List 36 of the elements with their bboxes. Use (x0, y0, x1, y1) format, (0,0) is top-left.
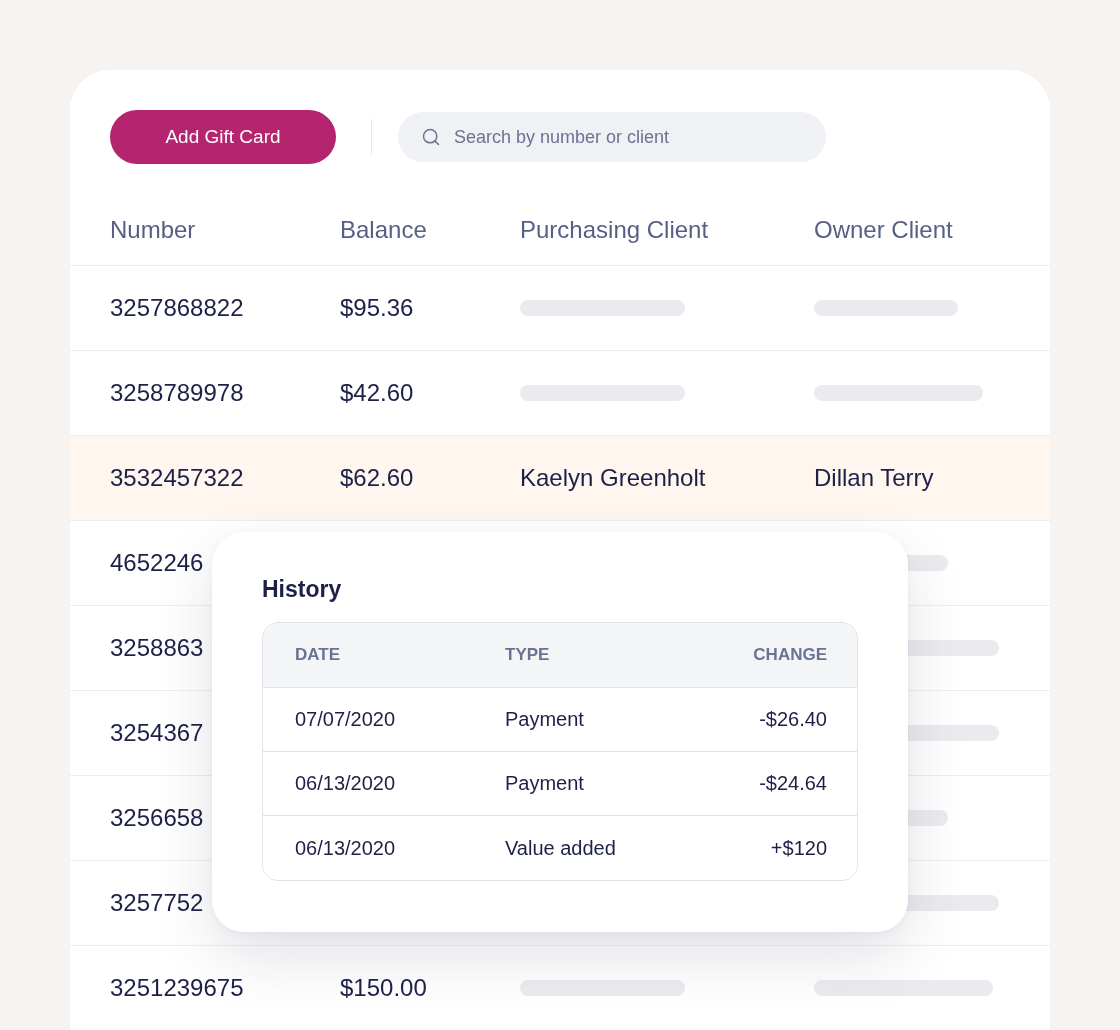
column-header[interactable]: Purchasing Client (520, 215, 709, 244)
table-cell: 3256658 (110, 804, 204, 832)
table-cell: 3257752 (110, 889, 204, 917)
table-cell: -$24.64 (759, 772, 827, 795)
column-header[interactable]: Balance (340, 215, 427, 244)
table-cell: 07/07/2020 (295, 708, 396, 731)
search-field[interactable]: Search by number or client (398, 112, 826, 162)
table-cell: 4652246 (110, 549, 204, 577)
table-cell: 3258863 (110, 634, 204, 662)
column-header[interactable]: Owner Client (814, 215, 953, 244)
column-header[interactable]: Number (110, 215, 196, 244)
table-cell: $42.60 (340, 379, 414, 407)
table-cell: 3254367 (110, 719, 204, 747)
column-header: DATE (295, 645, 340, 665)
table-cell: $62.60 (340, 464, 414, 492)
table-cell: $150.00 (340, 974, 427, 1002)
table-cell: Payment (505, 772, 584, 795)
table-cell: 3532457322 (110, 464, 244, 492)
add-gift-card-button[interactable]: Add Gift Card (110, 110, 336, 164)
table-cell: -$26.40 (759, 708, 827, 731)
table-row[interactable]: 3532457322 $62.60 Kaelyn Greenholt Dillan Terry (70, 436, 1050, 521)
table-cell: 06/13/2020 (295, 836, 396, 860)
table-cell: 3258789978 (110, 379, 244, 407)
popup-title: History (262, 575, 342, 604)
table-cell: 3257868822 (110, 294, 244, 322)
column-header: CHANGE (753, 645, 827, 665)
table-cell: Dillan Terry (814, 464, 934, 492)
table-cell: Kaelyn Greenholt (520, 464, 706, 492)
table-cell: +$120 (770, 836, 827, 860)
search-icon (421, 127, 441, 147)
column-header: TYPE (505, 645, 550, 665)
table-cell: 06/13/2020 (295, 772, 396, 795)
table-cell: 3251239675 (110, 974, 244, 1002)
table-cell: Value added (505, 836, 616, 860)
table-cell: $95.36 (340, 294, 414, 322)
table-cell: Payment (505, 708, 584, 731)
